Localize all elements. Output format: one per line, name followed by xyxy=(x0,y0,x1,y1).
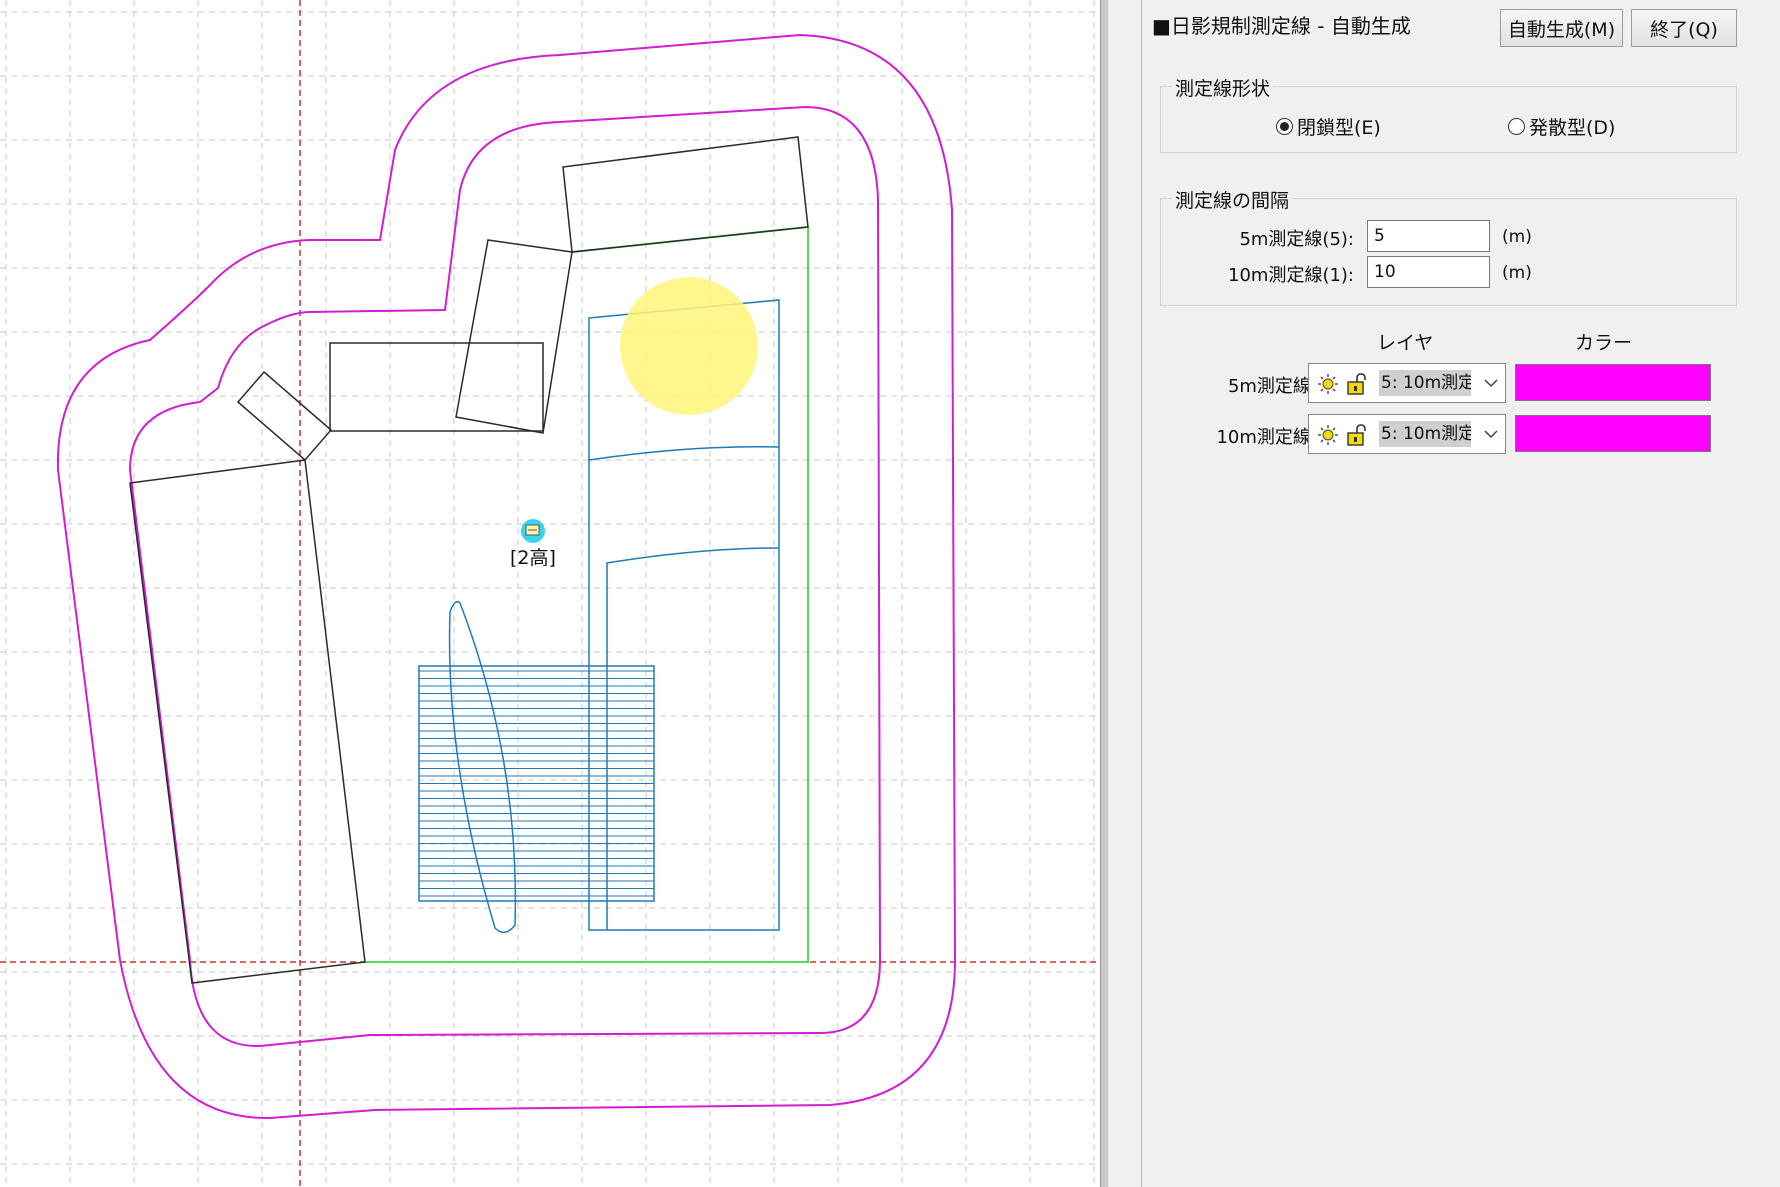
line-5m-layer-select[interactable]: 5: 10m測定 xyxy=(1308,363,1506,403)
auto-generate-button[interactable]: 自動生成(M) xyxy=(1500,9,1623,47)
interval-5m-input[interactable] xyxy=(1367,220,1490,252)
divergent-type-label: 発散型(D) xyxy=(1529,117,1616,139)
exit-button[interactable]: 終了(Q) xyxy=(1631,9,1737,47)
interval-group-label: 測定線の間隔 xyxy=(1172,186,1293,213)
line-10m-layer-select[interactable]: 5: 10m測定 xyxy=(1308,414,1506,454)
shape-group-label: 測定線形状 xyxy=(1172,74,1274,101)
splitter-bar[interactable] xyxy=(1100,0,1109,1187)
outer-measure-line[interactable] xyxy=(56,33,957,1120)
point-marker-label: [2高] xyxy=(510,547,556,569)
interval-10m-input[interactable] xyxy=(1367,256,1490,288)
panel-title: ■日影規制測定線 - 自動生成 xyxy=(1152,14,1411,38)
sun-icon[interactable] xyxy=(1317,373,1339,395)
building-outlines[interactable] xyxy=(129,136,809,984)
divergent-type-radio[interactable]: 発散型(D) xyxy=(1508,113,1615,140)
closed-type-radio[interactable]: 閉鎖型(E) xyxy=(1276,113,1381,140)
drawing-canvas[interactable]: [2高] xyxy=(0,0,1100,1187)
interval-5m-unit: (m) xyxy=(1502,227,1532,247)
point-marker[interactable] xyxy=(521,519,545,543)
interval-5m-label: 5m測定線(5): xyxy=(1239,229,1354,250)
line-5m-layer-value: 5: 10m測定 xyxy=(1379,370,1471,396)
axis-lines xyxy=(0,0,1100,1187)
building-small-diamond xyxy=(236,370,333,462)
structure-mid-line xyxy=(588,446,780,461)
building-top-right xyxy=(562,136,809,253)
highlight-circle xyxy=(620,277,758,415)
drawing-svg[interactable] xyxy=(0,0,1100,1187)
unlock-icon[interactable] xyxy=(1345,373,1367,395)
auto-generate-panel: ■日影規制測定線 - 自動生成 自動生成(M) 終了(Q) 測定線形状 閉鎖型(… xyxy=(1141,0,1780,1187)
building-left-box xyxy=(329,342,544,432)
divergent-type-radio-dot[interactable] xyxy=(1508,118,1525,135)
line-10m-layer-value: 5: 10m測定 xyxy=(1379,421,1471,447)
chevron-down-icon[interactable] xyxy=(1483,426,1499,442)
line-10m-label: 10m測定線: xyxy=(1216,427,1317,448)
building-middle-tilted xyxy=(455,239,573,434)
line-5m-color-button[interactable] xyxy=(1515,364,1711,401)
line-10m-color-button[interactable] xyxy=(1515,415,1711,452)
building-large-left xyxy=(129,459,366,984)
layer-column-header: レイヤ xyxy=(1377,332,1434,354)
interval-group xyxy=(1160,198,1737,306)
interval-10m-label: 10m測定線(1): xyxy=(1228,265,1354,286)
grid xyxy=(0,0,1100,1187)
sun-icon[interactable] xyxy=(1317,424,1339,446)
unlock-icon[interactable] xyxy=(1345,424,1367,446)
closed-type-radio-dot[interactable] xyxy=(1276,118,1293,135)
color-column-header: カラー xyxy=(1575,332,1633,354)
hatched-area xyxy=(418,665,655,902)
splitter-gap xyxy=(1109,0,1141,1187)
closed-type-label: 閉鎖型(E) xyxy=(1297,117,1381,139)
line-5m-label: 5m測定線: xyxy=(1227,376,1317,397)
structure-lens xyxy=(448,600,517,934)
inner-measure-line[interactable] xyxy=(128,105,882,1047)
chevron-down-icon[interactable] xyxy=(1483,375,1499,391)
interval-10m-unit: (m) xyxy=(1502,263,1532,283)
